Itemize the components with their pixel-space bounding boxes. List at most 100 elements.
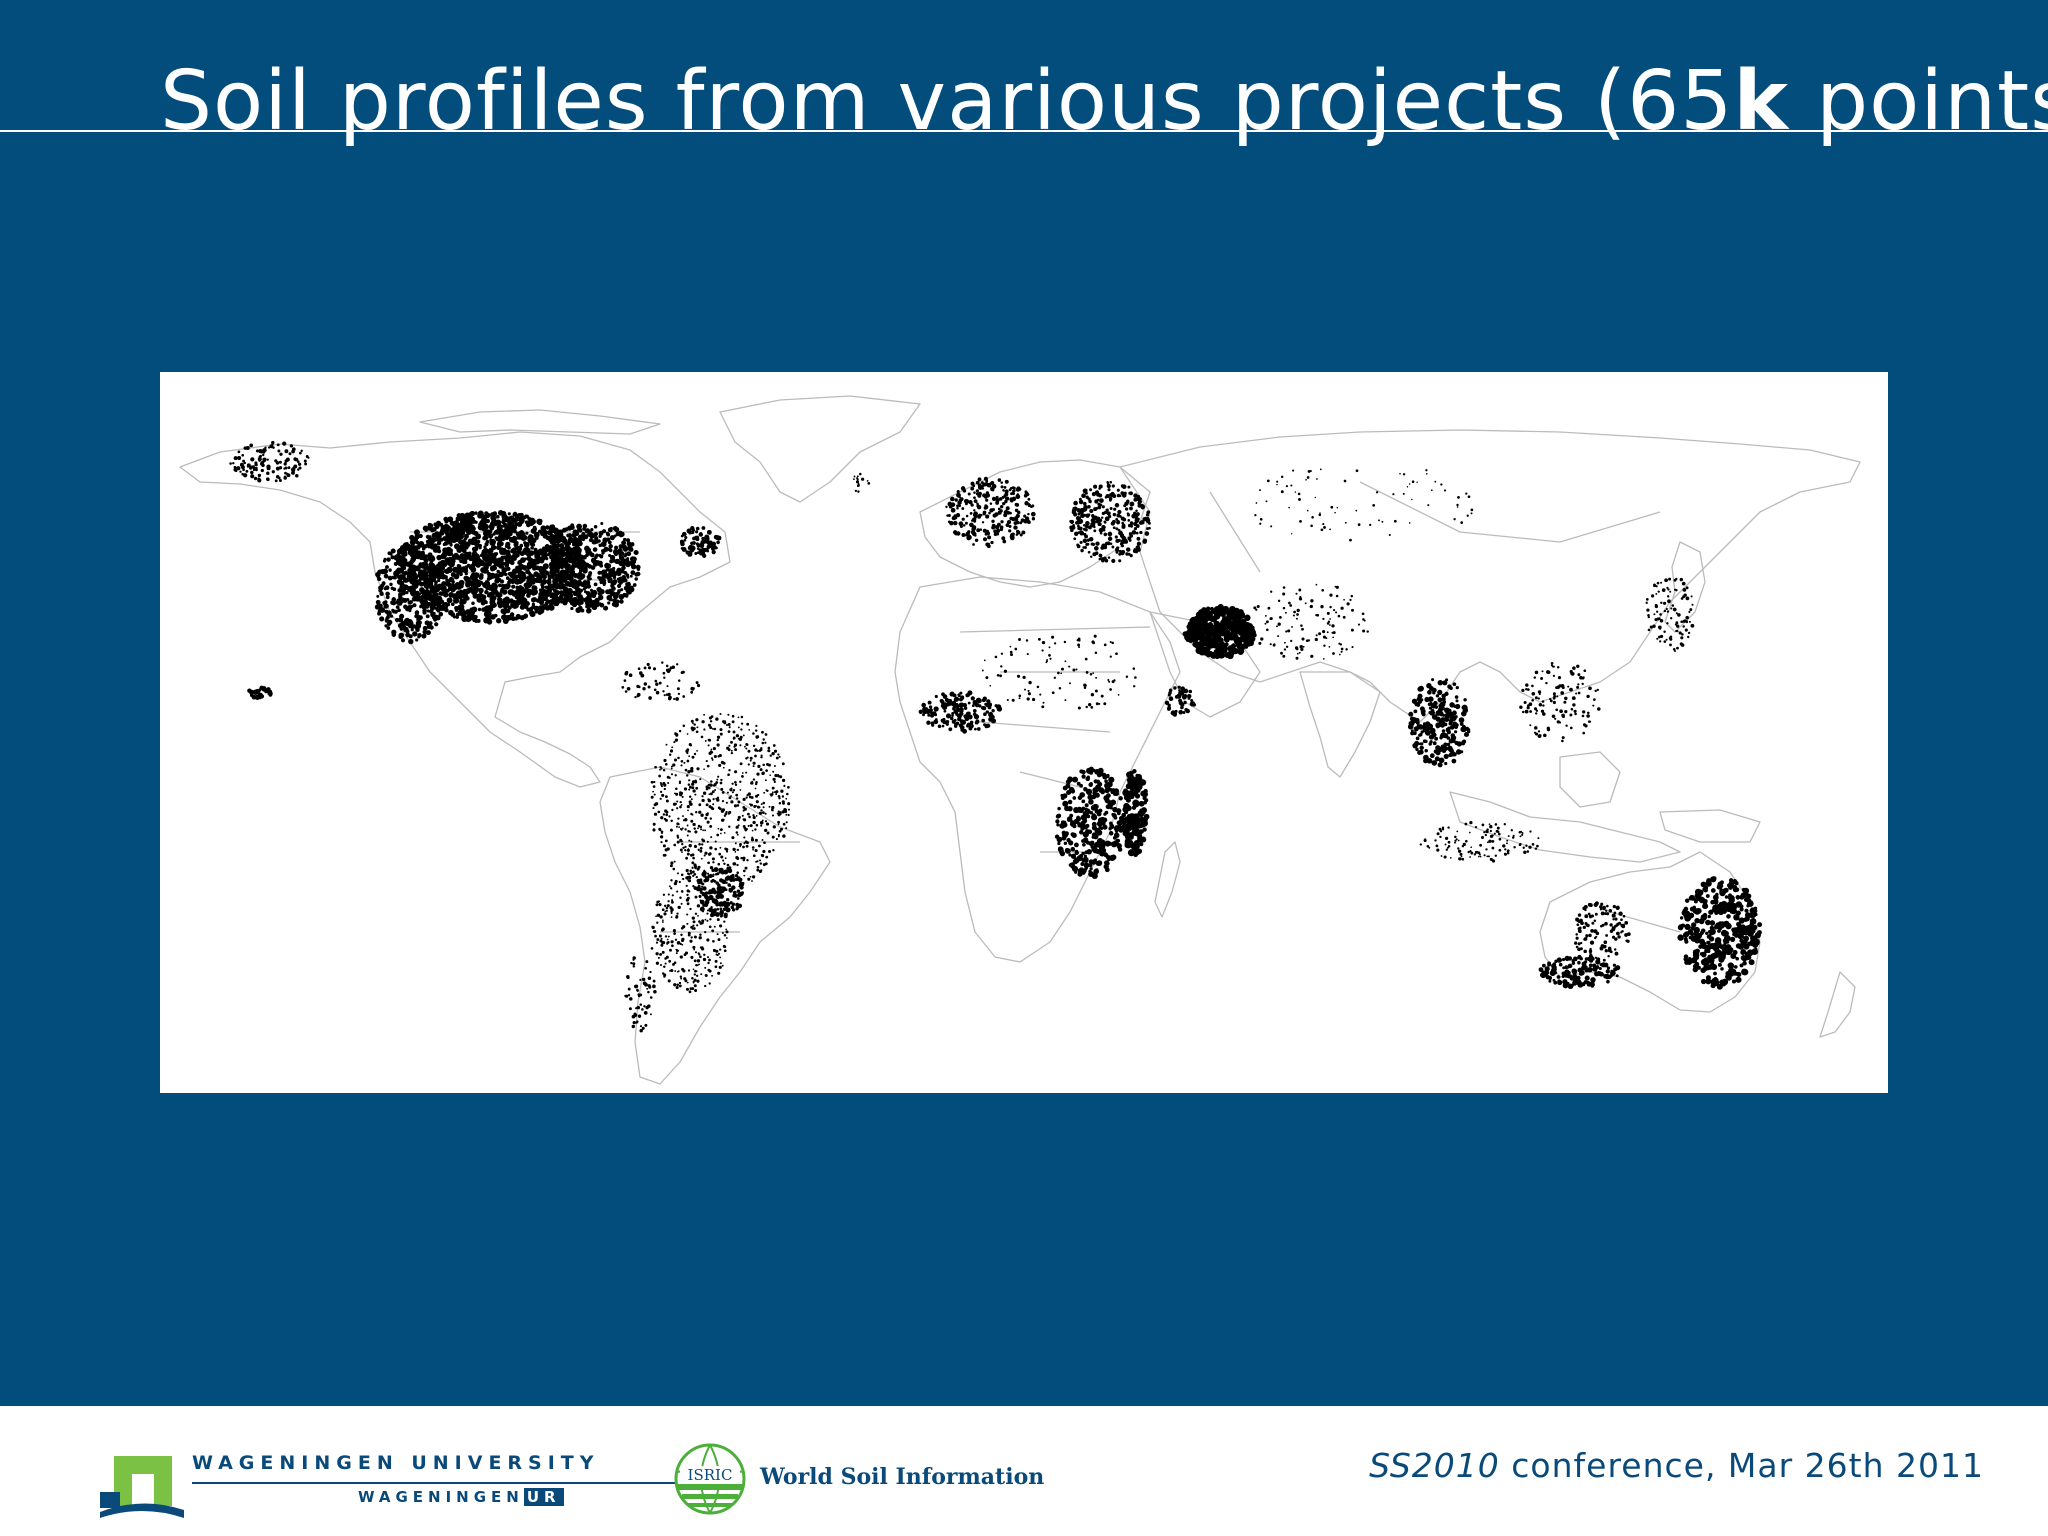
soil-profile-point bbox=[662, 893, 666, 896]
soil-profile-point bbox=[736, 889, 741, 893]
soil-profile-point bbox=[447, 516, 454, 523]
soil-profile-point bbox=[730, 749, 733, 752]
soil-profile-point bbox=[1211, 636, 1218, 643]
soil-profile-point bbox=[990, 486, 995, 492]
soil-profile-point bbox=[987, 535, 992, 540]
soil-profile-point bbox=[519, 517, 525, 524]
soil-profile-point bbox=[610, 555, 615, 560]
soil-profile-point bbox=[695, 530, 699, 534]
soil-profile-point bbox=[675, 787, 678, 791]
soil-profile-point bbox=[978, 485, 983, 490]
soil-profile-point bbox=[663, 758, 667, 763]
soil-profile-point bbox=[679, 800, 682, 804]
soil-profile-point bbox=[683, 761, 686, 764]
soil-profile-point bbox=[726, 863, 730, 867]
soil-profile-point bbox=[626, 551, 632, 557]
soil-profile-point bbox=[514, 595, 519, 600]
soil-profile-point bbox=[455, 592, 461, 599]
soil-profile-point bbox=[676, 822, 680, 826]
soil-profile-point bbox=[662, 853, 666, 857]
soil-profile-point bbox=[481, 551, 486, 556]
soil-profile-point bbox=[1185, 629, 1192, 636]
soil-profile-point bbox=[705, 803, 709, 807]
soil-profile-point bbox=[667, 935, 670, 938]
soil-profile-point bbox=[663, 973, 667, 977]
soil-profile-point bbox=[700, 973, 703, 976]
soil-profile-point bbox=[295, 474, 299, 478]
soil-profile-point bbox=[689, 871, 693, 875]
soil-profile-point bbox=[1064, 848, 1071, 854]
soil-profile-point bbox=[671, 808, 674, 812]
soil-profile-point bbox=[659, 915, 663, 919]
soil-profile-point bbox=[737, 726, 740, 729]
soil-profile-point bbox=[594, 536, 599, 541]
soil-profile-point bbox=[1102, 817, 1108, 823]
soil-profile-point bbox=[507, 512, 511, 516]
soil-profile-point bbox=[1027, 512, 1030, 516]
soil-profile-point bbox=[682, 531, 687, 537]
soil-profile-point bbox=[393, 609, 398, 614]
soil-profile-point bbox=[706, 840, 709, 843]
soil-profile-point bbox=[698, 887, 703, 892]
soil-profile-point bbox=[566, 588, 573, 594]
soil-profile-point bbox=[400, 638, 406, 643]
soil-profile-point bbox=[418, 615, 423, 620]
soil-profile-point bbox=[1021, 530, 1026, 535]
soil-profile-point bbox=[439, 565, 445, 570]
soil-profile-point bbox=[397, 561, 401, 566]
soil-profile-point bbox=[678, 880, 681, 884]
soil-profile-point bbox=[762, 738, 765, 741]
soil-profile-point bbox=[255, 468, 258, 472]
soil-profile-point bbox=[734, 770, 738, 774]
soil-profile-point bbox=[748, 729, 751, 731]
soil-profile-point bbox=[239, 470, 242, 473]
soil-profile-point bbox=[557, 529, 564, 536]
soil-profile-point bbox=[787, 808, 791, 811]
title-rule bbox=[0, 130, 2048, 132]
soil-profile-point bbox=[271, 440, 275, 445]
soil-profile-point bbox=[1086, 849, 1092, 855]
soil-profile-point bbox=[1102, 556, 1107, 561]
soil-profile-point bbox=[1069, 519, 1075, 524]
soil-profile-point bbox=[985, 491, 990, 495]
soil-profile-point bbox=[597, 570, 602, 575]
soil-profile-point bbox=[769, 754, 772, 757]
soil-profile-point bbox=[747, 763, 750, 766]
soil-profile-point bbox=[573, 592, 578, 596]
soil-profile-point bbox=[1082, 842, 1086, 847]
soil-profile-point bbox=[630, 542, 635, 547]
soil-profile-point bbox=[564, 594, 569, 599]
soil-profile-point bbox=[634, 572, 639, 577]
soil-profile-point bbox=[272, 446, 275, 449]
soil-profile-point bbox=[496, 540, 503, 548]
soil-profile-point bbox=[1075, 816, 1081, 822]
soil-profile-point bbox=[786, 792, 789, 796]
soil-profile-point bbox=[1067, 799, 1073, 805]
soil-profile-point bbox=[384, 609, 389, 614]
soil-profile-point bbox=[607, 590, 611, 595]
soil-profile-point bbox=[233, 465, 237, 469]
soil-profile-point bbox=[731, 720, 735, 724]
soil-profile-point bbox=[1085, 776, 1090, 782]
soil-profile-point bbox=[509, 536, 513, 541]
soil-profile-point bbox=[760, 854, 763, 856]
soil-profile-point bbox=[481, 519, 487, 525]
soil-profile-point bbox=[1121, 536, 1125, 540]
soil-profile-point bbox=[267, 689, 273, 695]
soil-profile-point bbox=[655, 690, 660, 695]
soil-profile-point bbox=[695, 811, 698, 814]
soil-profile-point bbox=[549, 583, 556, 590]
soil-profile-point bbox=[681, 967, 685, 971]
soil-profile-point bbox=[1228, 611, 1233, 616]
soil-profile-point bbox=[627, 994, 631, 997]
soil-profile-point bbox=[701, 872, 706, 877]
soil-profile-point bbox=[1107, 841, 1112, 846]
soil-profile-point bbox=[1075, 521, 1079, 525]
soil-profile-point bbox=[658, 934, 662, 938]
soil-profile-point bbox=[1112, 512, 1117, 517]
soil-profile-point bbox=[664, 818, 668, 822]
soil-profile-point bbox=[687, 830, 690, 833]
soil-profile-point bbox=[682, 815, 684, 818]
soil-profile-point bbox=[518, 565, 522, 569]
soil-profile-point bbox=[569, 571, 576, 577]
